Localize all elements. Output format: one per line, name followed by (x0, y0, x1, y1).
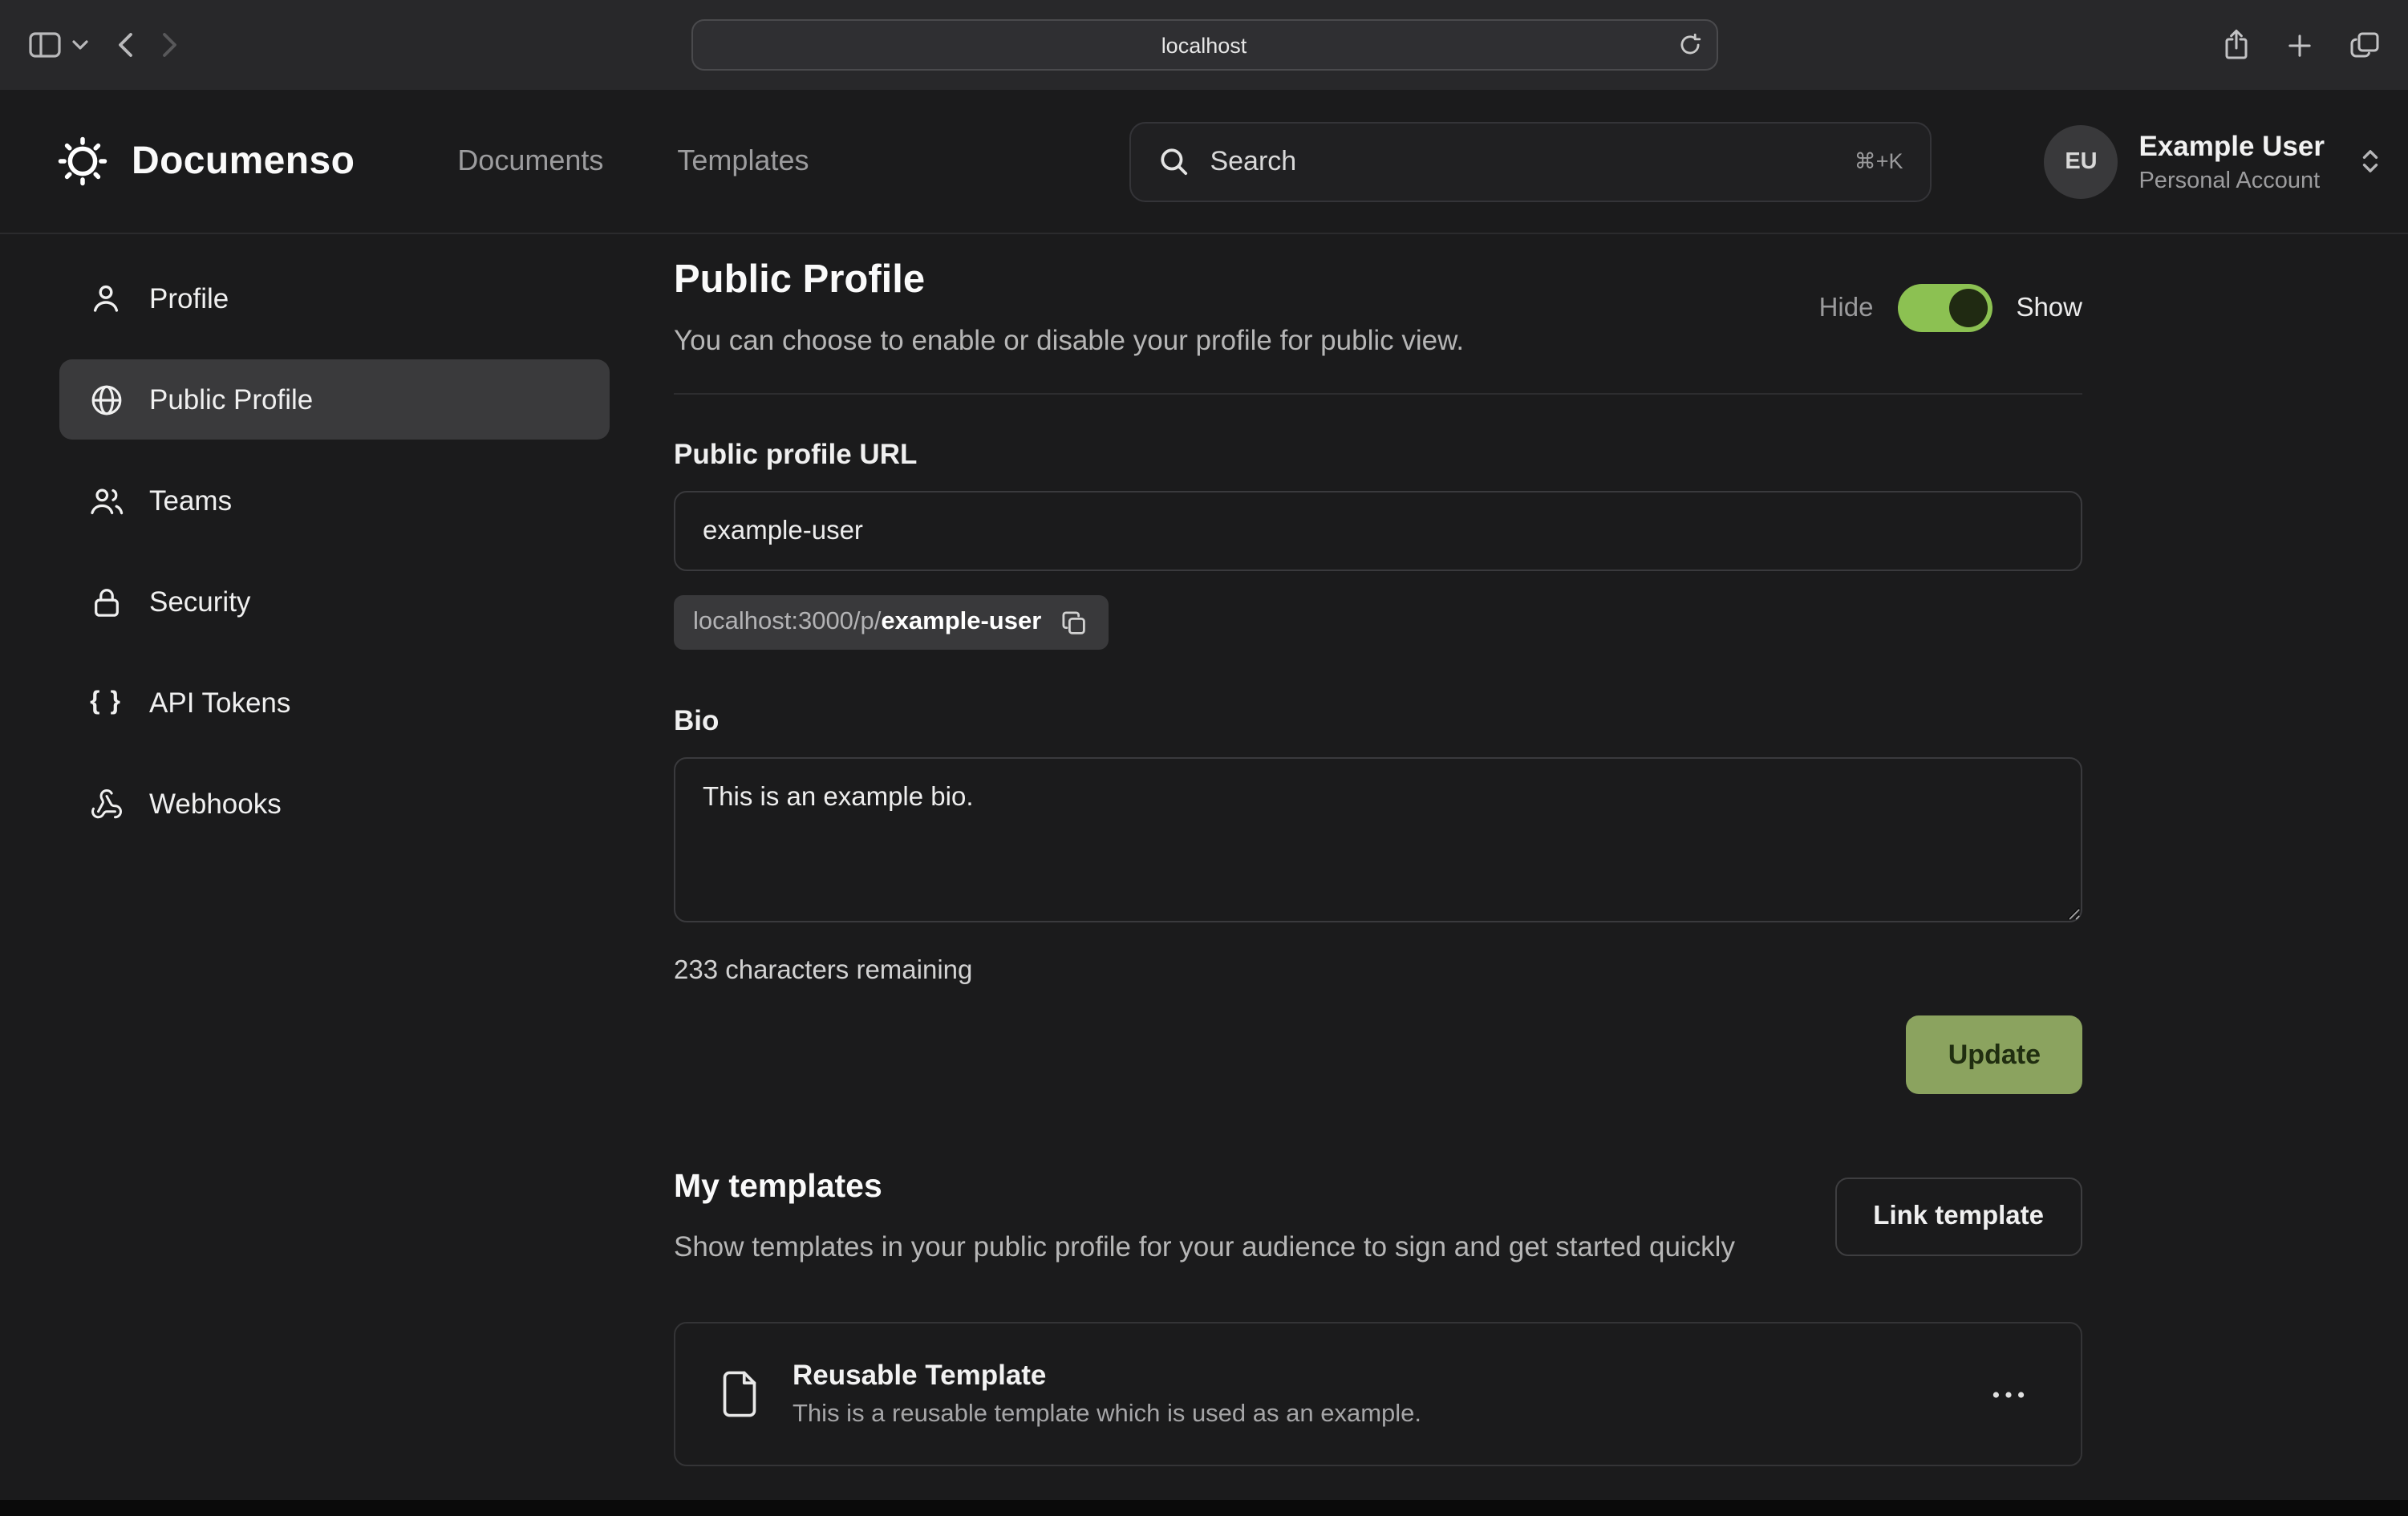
main-nav: Documents Templates (457, 144, 809, 178)
sidebar-item-label: Public Profile (149, 383, 313, 416)
global-search[interactable]: ⌘+K (1129, 121, 1932, 201)
link-template-button[interactable]: Link template (1834, 1178, 2082, 1256)
page-body: Profile Public Profile Teams Security (0, 234, 2408, 1467)
ellipsis-icon (1992, 1391, 2025, 1399)
window-bottom-edge (0, 1500, 2408, 1516)
template-menu-button[interactable] (1980, 1378, 2037, 1412)
copy-url-button[interactable] (1059, 607, 1089, 638)
brand-logo-link[interactable]: Documenso (56, 135, 355, 188)
url-slug: example-user (881, 608, 1041, 637)
sidebar-item-label: Teams (149, 484, 232, 517)
toggle-knob (1948, 289, 1987, 327)
sidebar-item-webhooks[interactable]: Webhooks (59, 764, 610, 844)
template-description: This is a reusable template which is use… (793, 1401, 1421, 1430)
share-icon[interactable] (2224, 29, 2249, 61)
user-menu[interactable]: EU Example User Personal Account (2044, 124, 2382, 198)
sidebar-toggle-icon[interactable] (29, 32, 61, 58)
sidebar-item-public-profile[interactable]: Public Profile (59, 359, 610, 440)
sidebar-item-label: Profile (149, 282, 229, 315)
sidebar-item-label: API Tokens (149, 686, 290, 719)
sidebar-item-api-tokens[interactable]: { } API Tokens (59, 663, 610, 743)
page-title: Public Profile (674, 258, 1464, 303)
chevrons-up-down-icon (2358, 144, 2382, 178)
nav-documents[interactable]: Documents (457, 144, 603, 178)
sidebar-item-profile[interactable]: Profile (59, 258, 610, 338)
chevron-down-icon[interactable] (72, 40, 88, 50)
brand-name: Documenso (132, 139, 355, 184)
bio-field-label: Bio (674, 704, 2082, 738)
user-account-type: Personal Account (2138, 168, 2325, 193)
documenso-logo-icon (56, 135, 109, 188)
visibility-control: Hide Show (1819, 284, 2082, 332)
avatar: EU (2044, 124, 2118, 198)
tab-overview-icon[interactable] (2350, 32, 2379, 58)
page-subtitle: You can choose to enable or disable your… (674, 324, 1464, 358)
section-divider (674, 393, 2082, 395)
browser-chrome: localhost (0, 0, 2408, 90)
url-field-label: Public profile URL (674, 438, 2082, 472)
template-name: Reusable Template (793, 1360, 1421, 1393)
search-input[interactable] (1210, 145, 1833, 177)
user-name: Example User (2138, 129, 2325, 163)
settings-sidebar: Profile Public Profile Teams Security (59, 258, 610, 865)
url-text: localhost (1161, 33, 1247, 57)
sidebar-item-teams[interactable]: Teams (59, 460, 610, 541)
braces-icon: { } (87, 688, 125, 717)
public-profile-url-input[interactable] (674, 491, 2082, 571)
nav-templates[interactable]: Templates (677, 144, 809, 178)
my-templates-title: My templates (674, 1168, 1735, 1206)
globe-icon (87, 383, 125, 416)
webhook-icon (87, 787, 125, 821)
update-button[interactable]: Update (1907, 1015, 2082, 1094)
copy-icon (1062, 610, 1086, 634)
profile-visibility-toggle[interactable] (1897, 284, 1992, 332)
lock-icon (87, 585, 125, 618)
search-icon (1158, 146, 1189, 176)
search-shortcut: ⌘+K (1855, 148, 1903, 174)
sidebar-item-security[interactable]: Security (59, 561, 610, 642)
sidebar-item-label: Webhooks (149, 787, 282, 821)
profile-url-preview: localhost:3000/p/example-user (674, 595, 1109, 650)
characters-remaining: 233 characters remaining (674, 956, 2082, 987)
user-icon (87, 282, 125, 314)
forward-icon[interactable] (162, 32, 178, 58)
back-icon[interactable] (117, 32, 133, 58)
app-window: localhost Documenso Documents (0, 0, 2408, 1516)
address-bar[interactable]: localhost (691, 19, 1717, 71)
bio-textarea[interactable]: This is an example bio. (674, 757, 2082, 922)
file-icon (719, 1371, 760, 1419)
new-tab-icon[interactable] (2288, 33, 2312, 57)
sidebar-item-label: Security (149, 585, 250, 618)
show-label: Show (2016, 293, 2082, 323)
template-card[interactable]: Reusable Template This is a reusable tem… (674, 1323, 2082, 1467)
url-prefix: localhost:3000/p/ (693, 608, 881, 637)
reload-icon[interactable] (1677, 33, 1701, 57)
main-content: Public Profile You can choose to enable … (674, 258, 2082, 1467)
hide-label: Hide (1819, 293, 1874, 323)
my-templates-description: Show templates in your public profile fo… (674, 1226, 1735, 1268)
app-header: Documenso Documents Templates ⌘+K EU Exa… (0, 90, 2408, 234)
users-icon (87, 485, 125, 516)
